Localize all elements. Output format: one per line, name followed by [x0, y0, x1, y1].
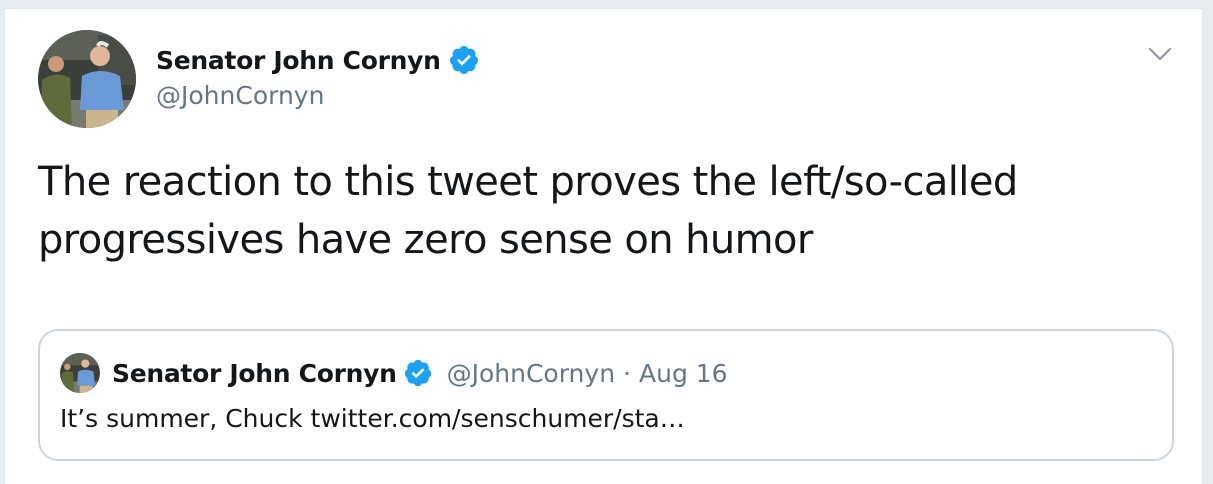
- quoted-tweet-date[interactable]: Aug 16: [639, 359, 728, 388]
- verified-badge-icon: [403, 358, 433, 388]
- quoted-tweet[interactable]: Senator John Cornyn @JohnCornyn · Aug 16…: [38, 329, 1174, 461]
- chevron-down-icon[interactable]: [1145, 42, 1175, 66]
- author-name-row[interactable]: Senator John Cornyn: [156, 42, 480, 78]
- author-handle[interactable]: @JohnCornyn: [156, 81, 324, 110]
- author-display-name[interactable]: Senator John Cornyn: [156, 46, 441, 75]
- quoted-tweet-text: It’s summer, Chuck twitter.com/senschume…: [60, 404, 685, 433]
- quoted-tweet-header: Senator John Cornyn @JohnCornyn · Aug 16: [112, 355, 728, 391]
- quoted-author-avatar: [60, 353, 100, 393]
- verified-badge-icon: [448, 44, 480, 76]
- quoted-author-display-name: Senator John Cornyn: [112, 358, 397, 388]
- quoted-author-handle: @JohnCornyn: [446, 358, 616, 388]
- page: Senator John Cornyn @JohnCornyn The reac…: [0, 0, 1213, 484]
- tweet-card: Senator John Cornyn @JohnCornyn The reac…: [4, 8, 1203, 484]
- separator-dot: ·: [623, 358, 631, 388]
- avatar-image: [38, 30, 136, 128]
- author-avatar[interactable]: [38, 30, 136, 128]
- tweet-text: The reaction to this tweet proves the le…: [38, 159, 1018, 263]
